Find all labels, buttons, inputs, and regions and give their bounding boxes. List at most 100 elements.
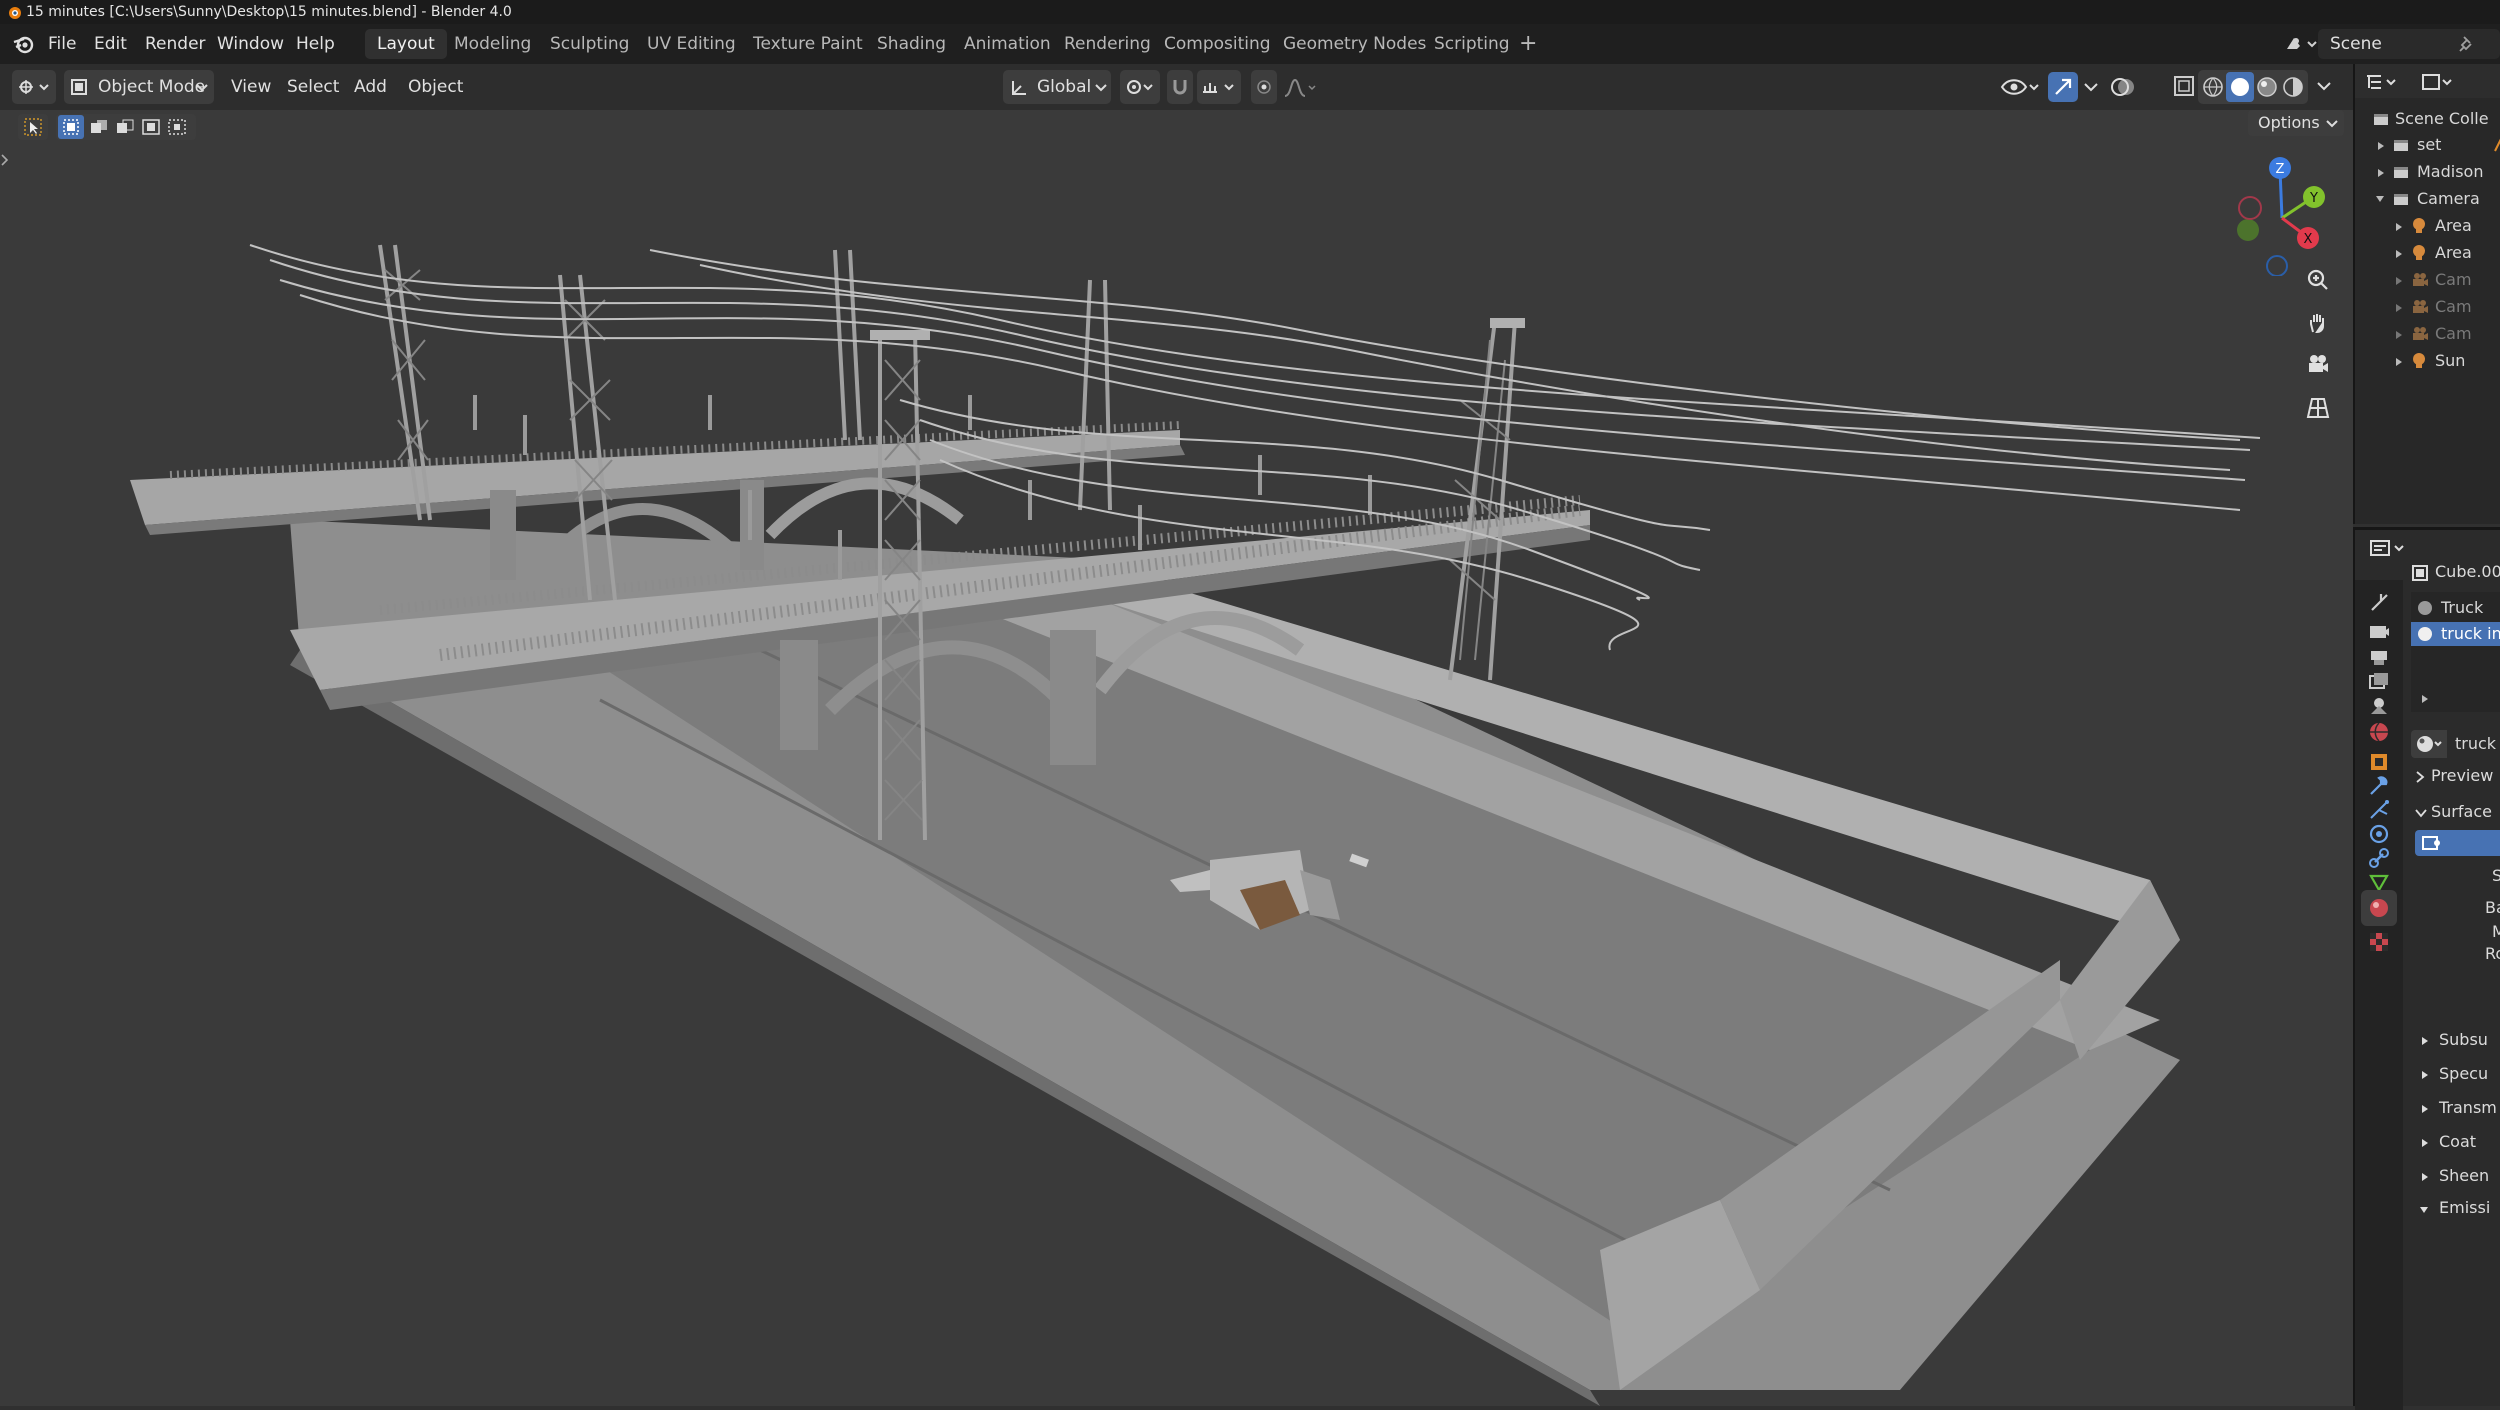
expand-arrow-icon[interactable]	[2395, 330, 2403, 340]
output-tab-icon[interactable]	[2367, 646, 2391, 670]
options-button[interactable]: Options	[2248, 110, 2344, 136]
menu-view[interactable]: View	[231, 70, 271, 104]
pin-icon[interactable]	[2458, 35, 2476, 53]
tab-scripting[interactable]: Scripting	[1422, 29, 1522, 59]
modifier-tab-icon[interactable]	[2367, 774, 2391, 798]
mode-selector[interactable]: Object Mode	[64, 70, 214, 104]
outliner-item-camera[interactable]: Camera	[2355, 186, 2500, 212]
menu-file[interactable]: File	[48, 24, 76, 64]
expand-arrow-icon[interactable]	[2421, 694, 2429, 704]
tab-modeling[interactable]: Modeling	[442, 29, 543, 59]
editor-type-button[interactable]	[12, 70, 56, 104]
material-slot-truck[interactable]: Truck	[2411, 596, 2500, 620]
tab-layout[interactable]: Layout	[365, 29, 447, 59]
material-selector[interactable]: truck	[2411, 730, 2500, 758]
menu-add[interactable]: Add	[354, 70, 387, 104]
outliner-item-area-light-2[interactable]: Area	[2355, 240, 2500, 266]
select-intersect-icon[interactable]	[168, 119, 186, 135]
tab-uv-editing[interactable]: UV Editing	[635, 29, 748, 59]
properties-editor-icon[interactable]	[2369, 538, 2409, 558]
scene-icon[interactable]	[2284, 34, 2318, 54]
scene-selector[interactable]: Scene	[2318, 29, 2500, 59]
material-preview-icon[interactable]	[2256, 76, 2278, 98]
outliner-scene-collection[interactable]: Scene Colle	[2355, 106, 2500, 132]
expand-arrow-icon[interactable]	[2395, 276, 2403, 286]
menu-window[interactable]: Window	[217, 24, 284, 64]
visibility-eye-icon[interactable]	[2000, 76, 2040, 98]
outliner-item-sun[interactable]: Sun	[2355, 348, 2500, 374]
falloff-curve-icon[interactable]	[1283, 78, 1319, 98]
surface-shader-selector[interactable]	[2415, 830, 2500, 856]
tool-tab-icon[interactable]	[2367, 590, 2391, 614]
outliner-item-cam-3[interactable]: Cam	[2355, 321, 2500, 347]
rendered-shading-icon[interactable]	[2282, 76, 2304, 98]
expand-arrow-icon[interactable]	[2377, 141, 2385, 151]
expand-arrow-icon[interactable]	[2395, 303, 2403, 313]
perspective-toggle-button[interactable]	[2298, 388, 2338, 428]
world-tab-icon[interactable]	[2367, 720, 2391, 744]
blender-menu-icon[interactable]	[12, 34, 34, 54]
outliner-item-madison[interactable]: Madison	[2355, 159, 2500, 185]
texture-tab-icon[interactable]	[2367, 930, 2391, 954]
scene-tab-icon[interactable]	[2367, 694, 2391, 718]
overlays-icon[interactable]	[2110, 74, 2136, 100]
pivot-point-button[interactable]	[1120, 70, 1160, 104]
snap-toggle[interactable]	[1167, 70, 1193, 104]
toolbar-expand-icon[interactable]	[0, 150, 10, 170]
select-subtract-icon[interactable]	[116, 119, 134, 135]
3d-viewport[interactable]: Options Z Y X	[0, 110, 2353, 1406]
select-invert-icon[interactable]	[142, 119, 160, 135]
material-tab-button[interactable]	[2361, 890, 2397, 926]
xray-toggle-icon[interactable]	[2172, 74, 2196, 98]
outliner-item-area-light-1[interactable]: Area	[2355, 213, 2500, 239]
constraints-tab-icon[interactable]	[2367, 846, 2391, 870]
outliner-editor-icon[interactable]	[2365, 72, 2401, 92]
tab-sculpting[interactable]: Sculpting	[538, 29, 641, 59]
proportional-edit-toggle[interactable]	[1251, 70, 1277, 104]
outliner-item-cam-2[interactable]: Cam	[2355, 294, 2500, 320]
particles-tab-icon[interactable]	[2367, 798, 2391, 822]
surface-row-base: Bas	[2485, 898, 2500, 917]
material-name-field[interactable]: truck	[2447, 730, 2500, 758]
tab-geometry-nodes[interactable]: Geometry Nodes	[1271, 29, 1438, 59]
expand-arrow-icon[interactable]	[2395, 249, 2403, 259]
material-slot-truck-in[interactable]: truck in	[2411, 622, 2500, 646]
tab-texture-paint[interactable]: Texture Paint	[741, 29, 875, 59]
tab-compositing[interactable]: Compositing	[1152, 29, 1283, 59]
render-tab-icon[interactable]	[2367, 620, 2391, 644]
select-new-button[interactable]	[58, 115, 84, 139]
navigation-gizmo[interactable]: Z Y X	[2220, 146, 2340, 276]
add-workspace-button[interactable]: +	[1513, 29, 1543, 59]
gizmo-toggle[interactable]	[2048, 70, 2104, 104]
pan-button[interactable]	[2298, 303, 2338, 343]
solid-shading-button[interactable]	[2226, 72, 2254, 102]
physics-tab-icon[interactable]	[2367, 822, 2391, 846]
object-tab-icon[interactable]	[2367, 750, 2391, 774]
transform-orientation-selector[interactable]: Global	[1003, 70, 1111, 104]
zoom-button[interactable]	[2298, 260, 2338, 300]
shading-options-chevron-icon[interactable]	[2316, 80, 2332, 92]
outliner-item-set[interactable]: set	[2355, 132, 2500, 158]
wireframe-shading-icon[interactable]	[2202, 76, 2224, 98]
view-layer-tab-icon[interactable]	[2367, 670, 2391, 694]
expand-arrow-icon[interactable]	[2395, 357, 2403, 367]
display-mode-icon[interactable]	[2421, 72, 2457, 92]
tab-rendering[interactable]: Rendering	[1052, 29, 1163, 59]
select-extend-icon[interactable]	[90, 119, 108, 135]
outliner-item-cam-1[interactable]: Cam	[2355, 267, 2500, 293]
menu-render[interactable]: Render	[145, 24, 206, 64]
select-tool-button[interactable]	[18, 114, 48, 140]
chevron-down-icon	[1095, 84, 1107, 92]
menu-help[interactable]: Help	[296, 24, 335, 64]
expand-arrow-icon[interactable]	[2395, 222, 2403, 232]
tab-animation[interactable]: Animation	[952, 29, 1063, 59]
menu-object[interactable]: Object	[408, 70, 463, 104]
expand-arrow-icon[interactable]	[2377, 168, 2385, 178]
menu-edit[interactable]: Edit	[94, 24, 127, 64]
menu-select[interactable]: Select	[287, 70, 339, 104]
collapse-arrow-icon[interactable]	[2375, 195, 2385, 203]
snap-target-button[interactable]	[1197, 70, 1241, 104]
tab-shading[interactable]: Shading	[865, 29, 958, 59]
mesh-object-icon	[2412, 565, 2428, 581]
camera-view-button[interactable]	[2298, 344, 2338, 384]
